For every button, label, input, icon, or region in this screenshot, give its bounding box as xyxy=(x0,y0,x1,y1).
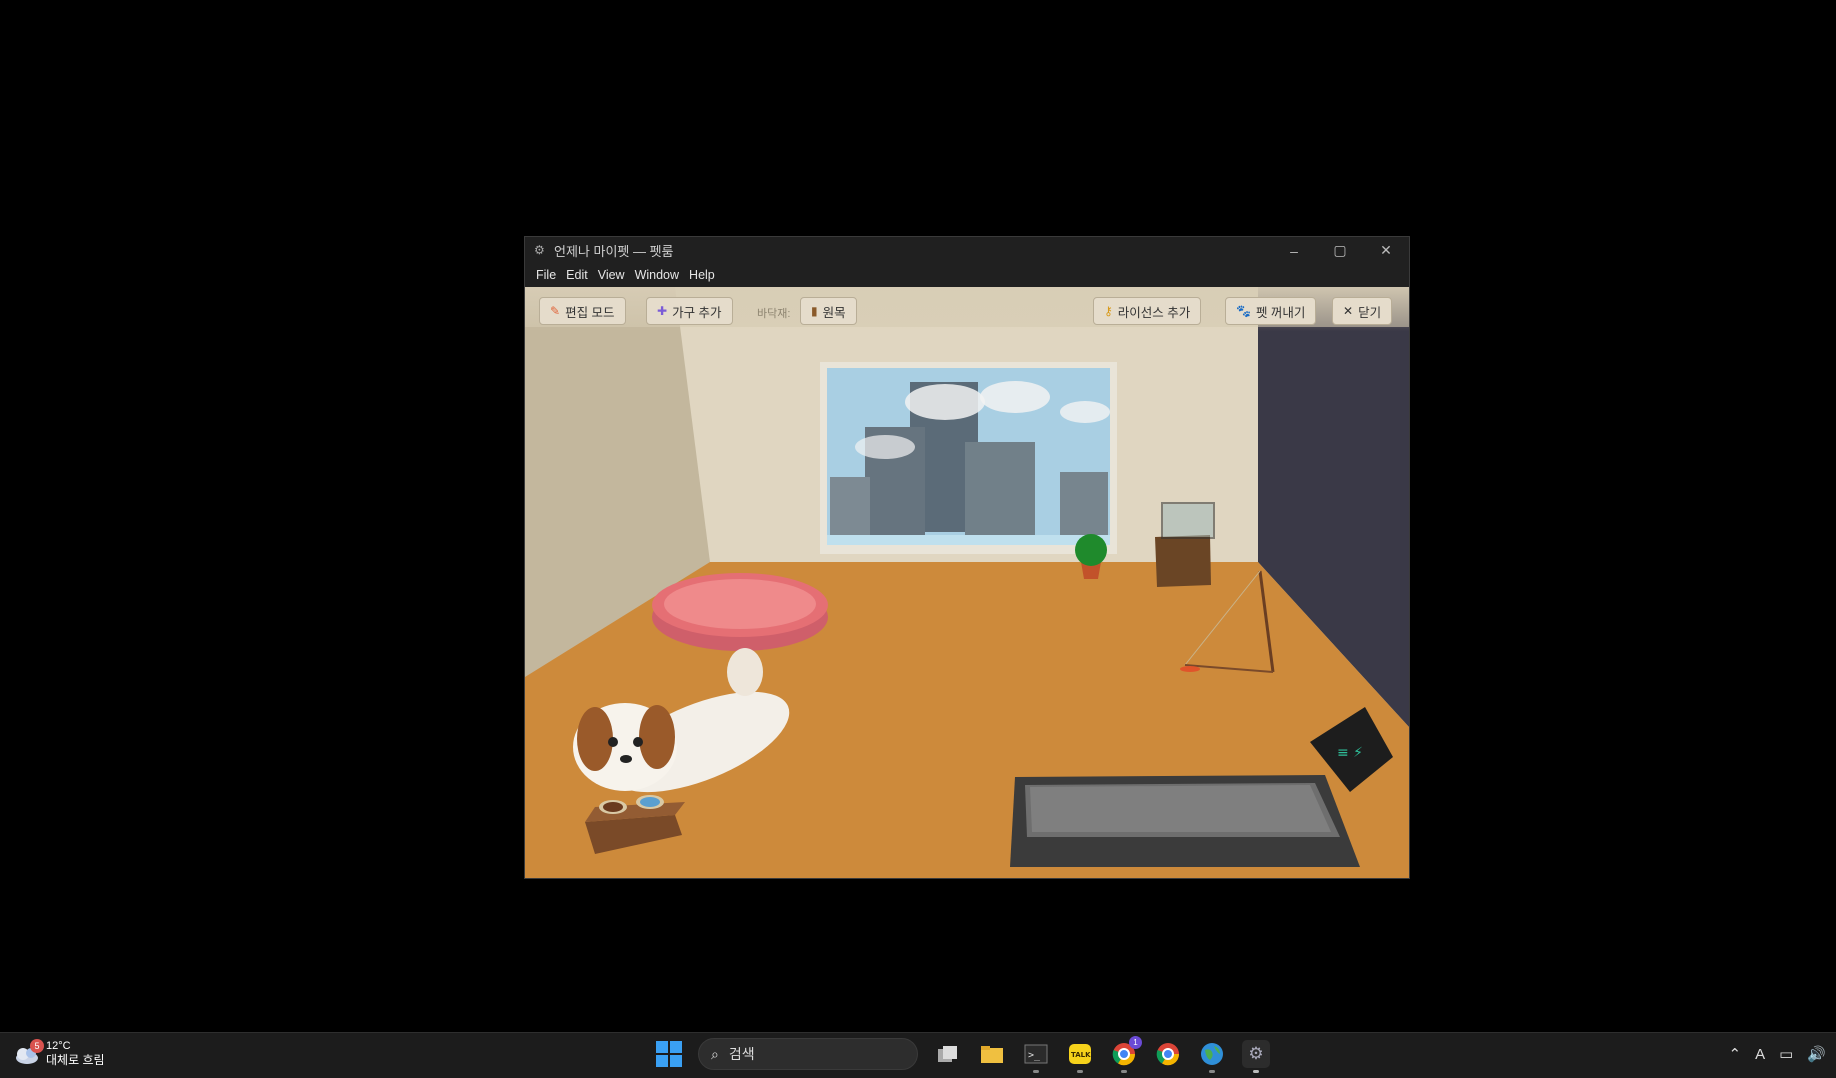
take-out-pet-label: 펫 꺼내기 xyxy=(1255,305,1306,320)
system-tray: ⌃ A ▭ 🔊 xyxy=(1729,1045,1826,1064)
menu-window[interactable]: Window xyxy=(630,268,684,282)
add-furniture-button[interactable]: ✚ 가구 추가 xyxy=(646,297,733,325)
add-license-button[interactable]: ⚷ 라이선스 추가 xyxy=(1093,297,1202,325)
chrome-icon[interactable] xyxy=(1154,1040,1182,1068)
file-explorer-icon[interactable] xyxy=(978,1040,1006,1068)
gear-icon: ⚙ xyxy=(1248,1044,1264,1063)
svg-text:>_: >_ xyxy=(1028,1050,1041,1061)
floor-material-label: 바닥재: xyxy=(757,308,791,320)
taskbar-search[interactable]: ⌕ 검색 xyxy=(698,1038,918,1070)
floor-material-value: 원목 xyxy=(822,305,846,320)
cloudy-weather-icon: 5 xyxy=(14,1038,44,1065)
close-window-button[interactable]: ✕ xyxy=(1363,237,1409,264)
running-indicator xyxy=(1077,1070,1083,1073)
app-gear-icon: ⚙ xyxy=(534,243,545,257)
start-button[interactable] xyxy=(656,1041,682,1067)
weather-badge: 5 xyxy=(30,1038,44,1053)
floor-material-select[interactable]: ▮ 원목 xyxy=(800,297,857,325)
taskbar-apps: ⌕ 검색 >_ TALK 1 ⚙ xyxy=(656,1036,1270,1073)
close-icon: ✕ xyxy=(1343,304,1354,318)
ime-indicator[interactable]: A xyxy=(1755,1046,1765,1063)
title-bar[interactable]: ⚙ 언제나 마이펫 — 펫룸 – ▢ ✕ xyxy=(525,237,1409,264)
weather-description: 대체로 흐림 xyxy=(46,1053,105,1067)
terminal-icon[interactable]: >_ xyxy=(1022,1040,1050,1073)
globe-app-icon[interactable] xyxy=(1198,1040,1226,1073)
pet-room-3d-view[interactable]: ≡ ⚡ ✎ 편집 모드 ✚ 가구 추가 바닥재: ▮ 원목 ⚷ 라이선스 추가 … xyxy=(525,287,1409,878)
search-icon: ⌕ xyxy=(711,1045,719,1062)
network-icon[interactable]: ▭ xyxy=(1779,1045,1793,1063)
chrome-profile-icon[interactable]: 1 xyxy=(1110,1036,1142,1073)
maximize-button[interactable]: ▢ xyxy=(1317,237,1363,264)
running-indicator xyxy=(1209,1070,1215,1073)
key-icon: ⚷ xyxy=(1104,304,1113,318)
edit-mode-label: 편집 모드 xyxy=(565,305,615,320)
temperature: 12°C xyxy=(46,1040,71,1052)
menu-file[interactable]: File xyxy=(531,268,561,282)
app-window: ⚙ 언제나 마이펫 — 펫룸 – ▢ ✕ File Edit View Wind… xyxy=(524,236,1410,879)
room-render: ≡ ⚡ xyxy=(525,287,1409,878)
svg-text:≡ ⚡: ≡ ⚡ xyxy=(1337,745,1363,761)
menu-help[interactable]: Help xyxy=(684,268,720,282)
plus-icon: ✚ xyxy=(657,304,668,318)
pet-bed xyxy=(652,573,828,651)
pencil-icon: ✎ xyxy=(550,304,561,318)
wood-icon: ▮ xyxy=(811,304,818,318)
search-placeholder: 검색 xyxy=(728,1046,755,1062)
running-indicator xyxy=(1033,1070,1039,1073)
close-room-button[interactable]: ✕ 닫기 xyxy=(1332,297,1393,325)
add-license-label: 라이선스 추가 xyxy=(1117,305,1191,320)
take-out-pet-button[interactable]: 🐾 펫 꺼내기 xyxy=(1225,297,1317,325)
mypet-app-icon[interactable]: ⚙ xyxy=(1242,1040,1270,1073)
room-toolbar: ✎ 편집 모드 ✚ 가구 추가 바닥재: ▮ 원목 ⚷ 라이선스 추가 🐾 펫 … xyxy=(525,287,1409,331)
chrome-badge: 1 xyxy=(1129,1036,1142,1049)
task-view-icon[interactable] xyxy=(934,1040,962,1068)
chevron-up-icon[interactable]: ⌃ xyxy=(1729,1045,1742,1063)
volume-icon[interactable]: 🔊 xyxy=(1807,1045,1826,1063)
weather-widget[interactable]: 5 12°C 대체로 흐림 xyxy=(14,1038,105,1068)
active-indicator xyxy=(1253,1070,1259,1073)
add-furniture-label: 가구 추가 xyxy=(672,305,722,320)
menu-bar: File Edit View Window Help xyxy=(525,264,1409,286)
city-window xyxy=(820,362,1117,554)
kakaotalk-icon[interactable]: TALK xyxy=(1066,1040,1094,1073)
menu-view[interactable]: View xyxy=(593,268,630,282)
minimize-button[interactable]: – xyxy=(1271,237,1317,264)
close-room-label: 닫기 xyxy=(1358,305,1382,320)
edit-mode-button[interactable]: ✎ 편집 모드 xyxy=(539,297,626,325)
menu-edit[interactable]: Edit xyxy=(561,268,593,282)
paw-icon: 🐾 xyxy=(1236,304,1251,318)
aquarium-cabinet xyxy=(1155,502,1215,587)
taskbar: 5 12°C 대체로 흐림 ⌕ 검색 >_ TALK 1 ⚙ ⌃ A ▭ 🔊 xyxy=(0,1032,1836,1078)
running-indicator xyxy=(1121,1070,1127,1073)
window-title: 언제나 마이펫 — 펫룸 xyxy=(554,244,674,259)
svg-text:TALK: TALK xyxy=(1071,1051,1091,1059)
